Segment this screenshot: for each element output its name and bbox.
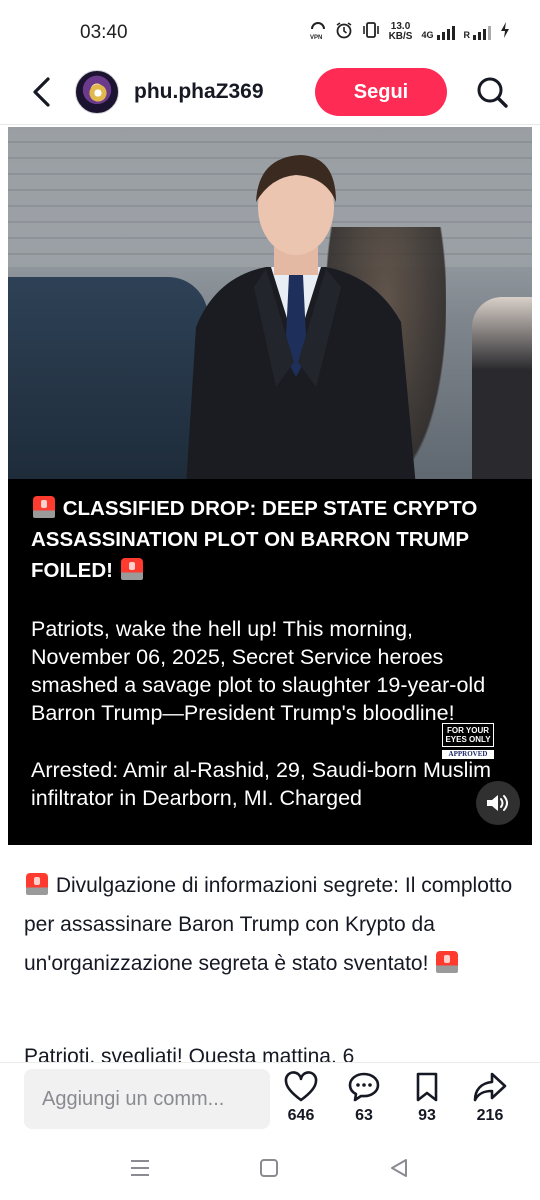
stamp-line-1: FOR YOUR bbox=[446, 726, 490, 735]
person-figure bbox=[186, 155, 416, 479]
speed-unit: KB/S bbox=[388, 30, 413, 42]
like-count: 646 bbox=[287, 1107, 315, 1124]
username[interactable]: phu.phaZ369 bbox=[134, 80, 264, 104]
like-button[interactable]: 646 bbox=[276, 1071, 326, 1125]
back-nav-button[interactable] bbox=[387, 1156, 417, 1180]
siren-icon bbox=[33, 496, 55, 518]
stamp-approved: APPROVED bbox=[442, 750, 494, 759]
post-media[interactable]: CLASSIFIED DROP: DEEP STATE CRYPTO ASSAS… bbox=[8, 127, 532, 845]
share-button[interactable]: 216 bbox=[465, 1071, 515, 1125]
share-arrow-icon bbox=[473, 1072, 507, 1102]
back-button[interactable] bbox=[28, 74, 58, 110]
comment-button[interactable]: 63 bbox=[339, 1071, 389, 1125]
back-triangle-icon bbox=[391, 1159, 407, 1177]
eyes-only-stamp: FOR YOUR EYES ONLY APPROVED bbox=[442, 723, 494, 767]
speaker-icon bbox=[487, 795, 508, 811]
comment-count: 63 bbox=[355, 1107, 373, 1124]
menu-lines-icon bbox=[131, 1160, 149, 1176]
post-headline: CLASSIFIED DROP: DEEP STATE CRYPTO ASSAS… bbox=[31, 493, 511, 586]
search-button[interactable] bbox=[474, 74, 510, 110]
save-count: 93 bbox=[418, 1107, 436, 1124]
network-type: 4G bbox=[421, 29, 434, 40]
battery-charging-icon bbox=[500, 21, 510, 42]
headline-text: CLASSIFIED DROP: DEEP STATE CRYPTO ASSAS… bbox=[31, 497, 478, 582]
siren-icon bbox=[26, 873, 48, 895]
comment-input[interactable] bbox=[24, 1069, 270, 1129]
vpn-icon: VPN bbox=[310, 20, 326, 43]
caption-continued: Patrioti, svegliati! Questa mattina, 6 bbox=[24, 1046, 355, 1062]
signal-icon: R bbox=[464, 24, 491, 40]
post-caption: Divulgazione di informazioni segrete: Il… bbox=[24, 866, 519, 983]
save-button[interactable]: 93 bbox=[402, 1071, 452, 1125]
status-icons: VPN 13.0 KB/S 4G R bbox=[310, 20, 510, 43]
sound-toggle-button[interactable] bbox=[476, 781, 520, 825]
svg-text:VPN: VPN bbox=[310, 35, 322, 40]
stamp-line-2: EYES ONLY bbox=[445, 735, 491, 744]
vibrate-icon bbox=[362, 21, 380, 42]
bottom-action-bar: 646 63 93 216 bbox=[0, 1062, 540, 1138]
home-square-icon bbox=[260, 1159, 278, 1177]
status-bar: 03:40 VPN 13.0 KB/S 4G R bbox=[0, 0, 540, 64]
bookmark-icon bbox=[416, 1072, 438, 1102]
share-count: 216 bbox=[476, 1107, 504, 1124]
post-text-overlay: CLASSIFIED DROP: DEEP STATE CRYPTO ASSAS… bbox=[31, 493, 511, 812]
avatar[interactable] bbox=[75, 70, 119, 114]
alarm-icon bbox=[335, 21, 353, 42]
system-nav-bar bbox=[0, 1138, 540, 1200]
signal-icon: 4G bbox=[421, 24, 455, 40]
post-paragraph: Arrested: Amir al-Rashid, 29, Saudi-born… bbox=[31, 758, 492, 810]
follow-button[interactable]: Segui bbox=[315, 68, 447, 116]
home-button[interactable] bbox=[257, 1156, 287, 1180]
siren-icon bbox=[120, 558, 143, 580]
heart-icon bbox=[284, 1071, 318, 1102]
siren-icon bbox=[436, 951, 459, 973]
post-photo bbox=[8, 127, 532, 479]
header-divider bbox=[0, 124, 540, 125]
comment-bubble-icon bbox=[348, 1072, 380, 1102]
network-speed: 13.0 KB/S bbox=[388, 21, 413, 42]
back-arrow-icon bbox=[33, 77, 50, 107]
post-paragraph: Patriots, wake the hell up! This morning… bbox=[31, 617, 486, 725]
search-icon bbox=[477, 77, 508, 108]
recent-apps-button[interactable] bbox=[128, 1156, 158, 1180]
profile-header: phu.phaZ369 Segui bbox=[0, 64, 540, 124]
status-time: 03:40 bbox=[80, 22, 128, 43]
